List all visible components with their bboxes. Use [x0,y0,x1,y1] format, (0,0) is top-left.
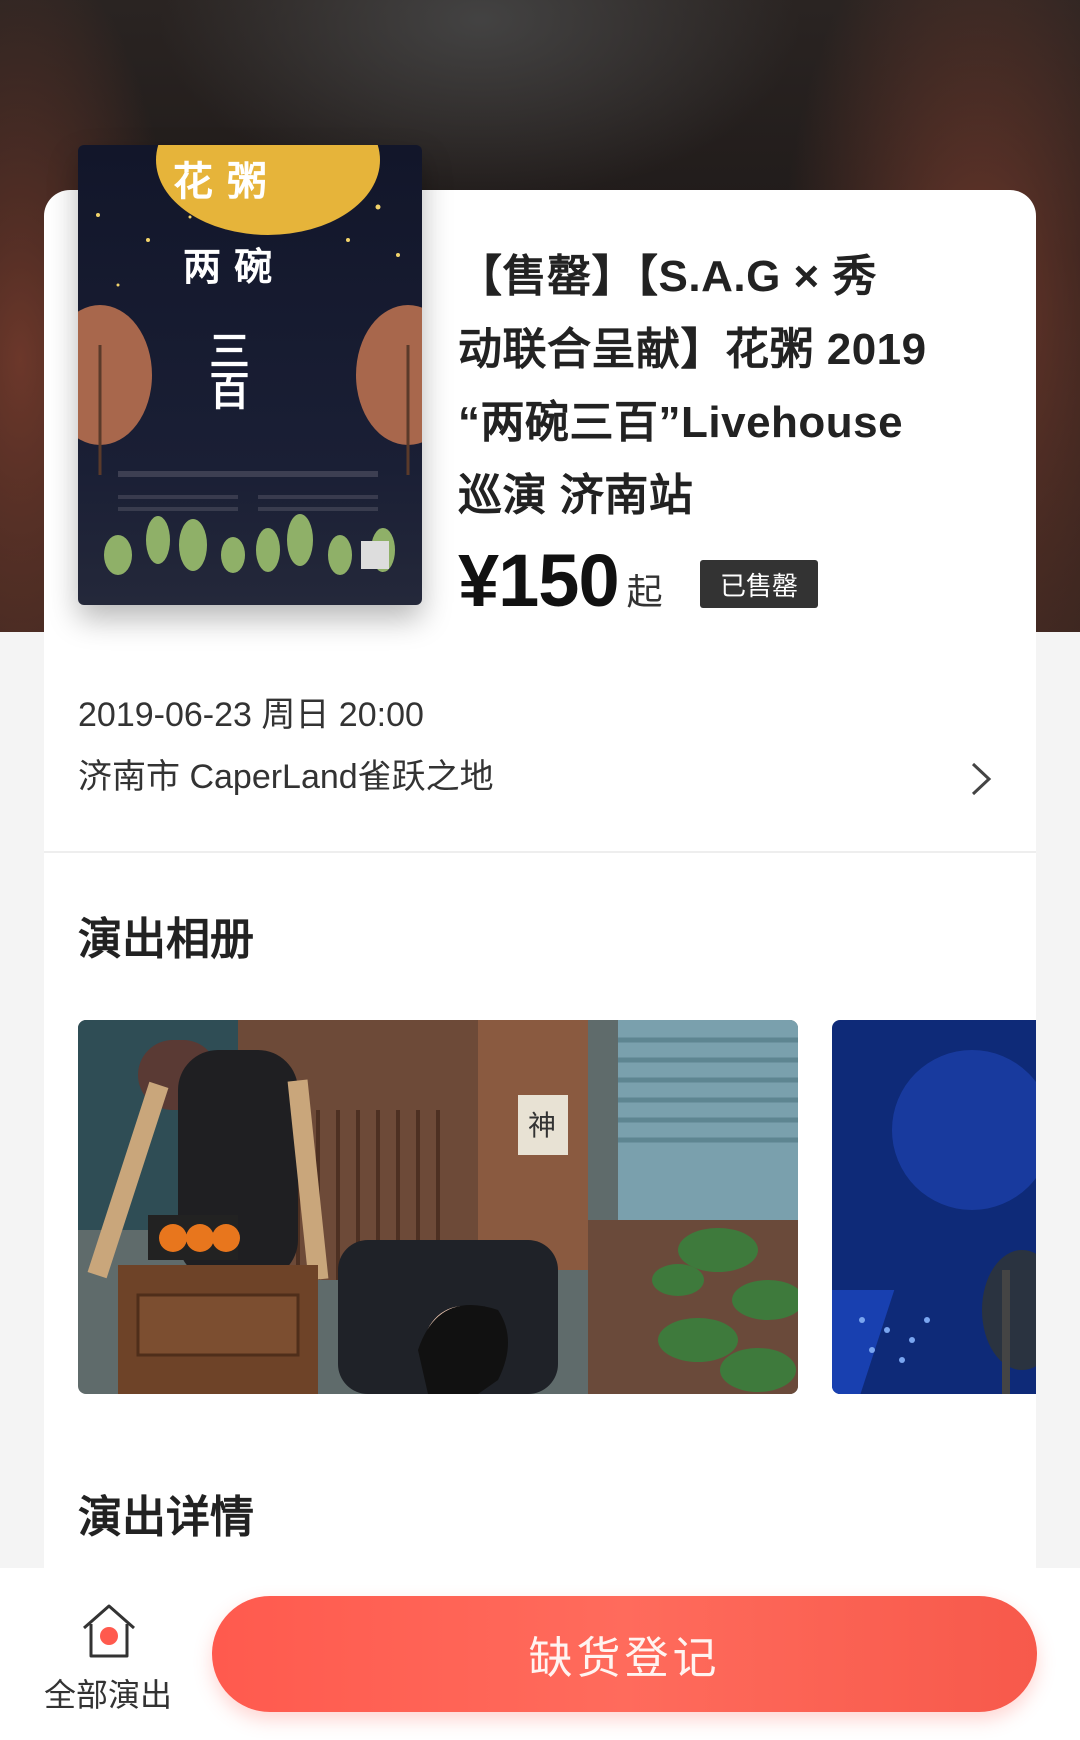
status-badge: 已售罄 [700,560,818,608]
all-shows-button[interactable]: 全部演出 [30,1590,186,1730]
album-photo[interactable]: 神 [78,1020,798,1394]
price-suffix: 起 [626,571,663,612]
poster-title-top: 花 粥 [173,158,267,205]
event-title: 【售罄】【S.A.G × 秀 动联合呈献】花粥 2019 “两碗三百”Liveh… [458,240,998,532]
event-title-line: “两碗三百”Livehouse [458,398,904,447]
event-title-line: 【售罄】【S.A.G × 秀 [458,252,877,301]
section-title-album: 演出相册 [78,915,254,964]
svg-text:神: 神 [528,1109,556,1142]
event-poster[interactable]: 花 粥 两 碗 三百 [78,145,422,605]
price-row: ¥150 起 [458,540,663,620]
event-datetime: 2019-06-23 周日 20:00 [78,696,424,734]
price: ¥150 [458,539,620,622]
stock-registration-button[interactable]: 缺货登记 [212,1596,1037,1712]
section-title-details: 演出详情 [78,1493,254,1542]
event-venue[interactable]: 济南市 CaperLand雀跃之地 [78,755,494,799]
poster-artwork: 花 粥 两 碗 三百 [78,145,422,605]
event-title-line: 动联合呈献】花粥 2019 [458,325,927,374]
all-shows-label: 全部演出 [43,1677,172,1713]
poster-title-mid: 两 碗 [183,244,272,289]
event-title-line: 巡演 济南站 [458,471,694,520]
poster-title-vertical: 三百 [203,330,250,410]
home-icon [83,1604,135,1658]
divider [44,851,1036,853]
album-photo[interactable] [832,1020,1036,1394]
chevron-right-icon[interactable] [958,756,1004,802]
stage-interior-photo: 神 [78,1020,798,1394]
concert-performance-photo [832,1020,1036,1394]
